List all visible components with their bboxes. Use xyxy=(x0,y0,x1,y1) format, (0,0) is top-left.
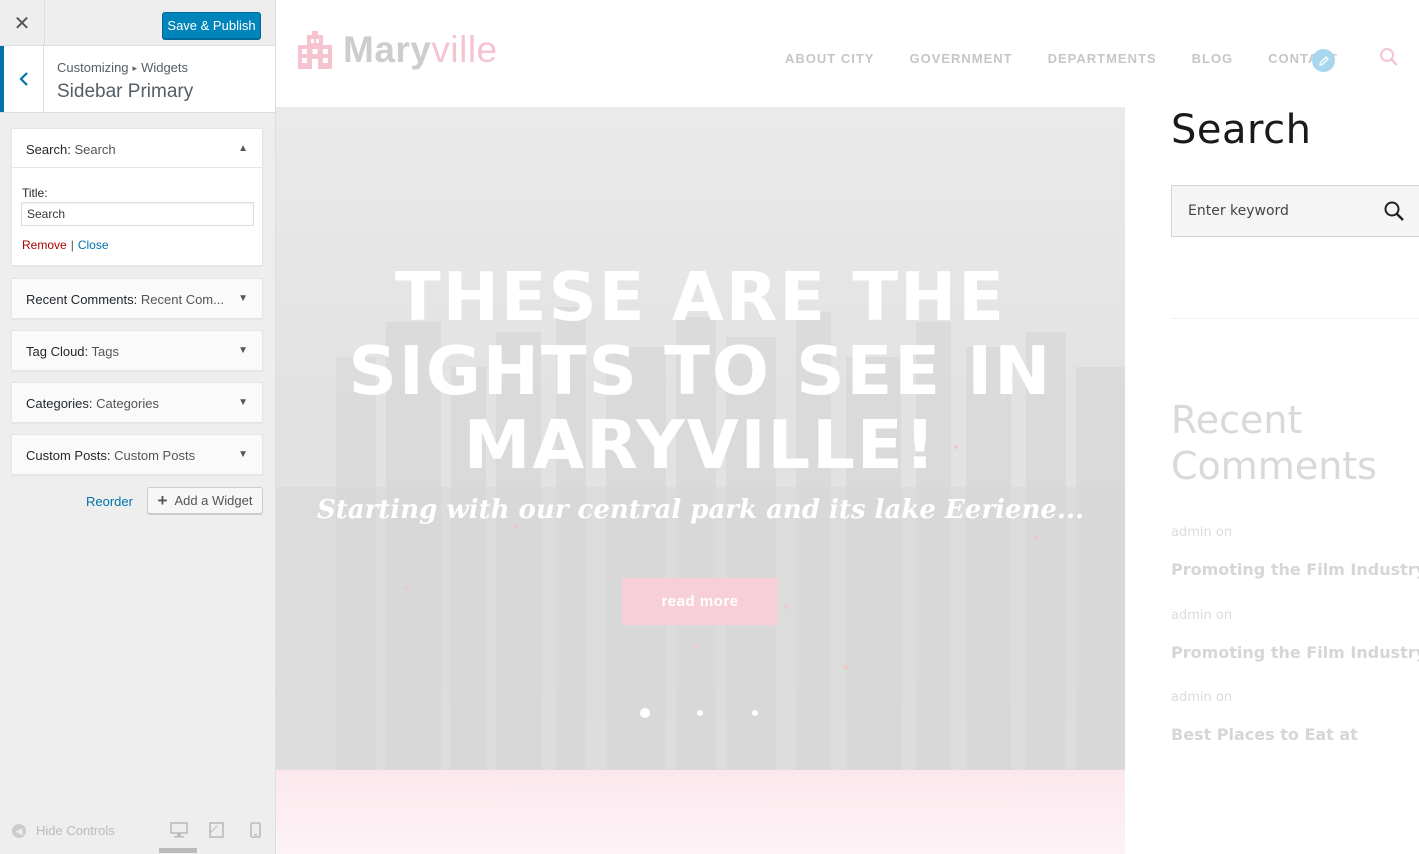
arrow-down-icon[interactable]: ▼ xyxy=(238,397,248,408)
search-form xyxy=(1171,185,1419,237)
site-header: Maryville ABOUT CITY GOVERNMENT DEPARTME… xyxy=(276,0,1419,107)
hero-title-line: THESE ARE THE xyxy=(395,258,1006,336)
nav-departments[interactable]: DEPARTMENTS xyxy=(1048,51,1157,66)
widget-tag-cloud-header[interactable]: Tag Cloud: Tags ▼ xyxy=(12,331,262,370)
arrow-down-icon[interactable]: ▼ xyxy=(238,345,248,356)
add-widget-label: Add a Widget xyxy=(174,493,253,508)
panel-title: Sidebar Primary xyxy=(57,81,194,102)
comment-post-link[interactable]: Best Places to Eat at xyxy=(1171,725,1358,744)
arrow-up-icon[interactable]: ▲ xyxy=(238,143,248,154)
widget-title: Search xyxy=(74,142,116,157)
comment-meta: admin on xyxy=(1171,690,1233,705)
title-label: Title: xyxy=(22,186,48,200)
nav-about-city[interactable]: ABOUT CITY xyxy=(785,51,874,66)
recent-comments-title: Recent Comments xyxy=(1171,398,1377,488)
widget-title: Recent Com... xyxy=(140,292,224,307)
hero-title-line: SIGHTS TO SEE IN xyxy=(348,332,1053,410)
device-active-indicator xyxy=(159,848,197,853)
nav-government[interactable]: GOVERNMENT xyxy=(909,51,1012,66)
desktop-icon[interactable] xyxy=(170,822,188,838)
nav-blog[interactable]: BLOG xyxy=(1192,51,1234,66)
comment-meta: admin on xyxy=(1171,525,1233,540)
widget-name: Custom Posts: xyxy=(26,448,111,463)
widget-search-header[interactable]: Search: Search ▲ xyxy=(12,129,262,168)
search-input[interactable] xyxy=(1172,186,1372,236)
widget-custom-posts-header[interactable]: Custom Posts: Custom Posts ▼ xyxy=(12,435,262,474)
arrow-down-icon[interactable]: ▼ xyxy=(238,449,248,460)
plus-icon: + xyxy=(157,490,168,510)
back-button[interactable] xyxy=(0,46,44,112)
widget-title: Custom Posts xyxy=(114,448,196,463)
search-icon[interactable] xyxy=(1379,47,1399,67)
breadcrumb-widgets: Widgets xyxy=(141,60,189,75)
widget-search: Search: Search ▲ Title: Remove| Close xyxy=(11,128,263,266)
site-sidebar: Search Recent Comments admin on Promotin… xyxy=(1125,107,1419,854)
widget-title-input[interactable] xyxy=(21,202,254,226)
reorder-link[interactable]: Reorder xyxy=(86,494,133,509)
read-more-button[interactable]: read more xyxy=(622,578,778,625)
hero-subtitle: Starting with our central park and its l… xyxy=(316,495,1085,525)
widget-recent-comments[interactable]: Recent Comments: Recent Com... ▼ xyxy=(11,278,263,319)
save-publish-button[interactable]: Save & Publish xyxy=(162,12,261,39)
edit-shortcut-pencil-icon[interactable] xyxy=(1312,49,1335,72)
widget-name: Recent Comments: xyxy=(26,292,138,307)
logo-text: Maryville xyxy=(343,29,498,71)
site-preview: Maryville ABOUT CITY GOVERNMENT DEPARTME… xyxy=(276,0,1419,854)
close-icon[interactable]: ✕ xyxy=(0,0,45,46)
widget-title: Tags xyxy=(91,344,120,359)
search-icon[interactable] xyxy=(1383,200,1405,222)
slider-dot-active[interactable] xyxy=(640,708,650,718)
widget-title: Categories xyxy=(96,396,159,411)
collapse-icon: ◀ xyxy=(12,823,26,838)
comment-meta: admin on xyxy=(1171,608,1233,623)
logo-text-primary: Mary xyxy=(343,29,432,70)
action-separator: | xyxy=(70,238,74,252)
arrow-down-icon[interactable]: ▼ xyxy=(238,293,248,304)
section-title: Customizing ▸ Widgets Sidebar Primary xyxy=(0,46,275,113)
pink-section-band xyxy=(276,770,1125,854)
widget-name: Tag Cloud: xyxy=(26,344,89,359)
widget-categories-header[interactable]: Categories: Categories ▼ xyxy=(12,383,262,422)
site-logo[interactable]: Maryville xyxy=(298,29,498,71)
hero-title: THESE ARE THE SIGHTS TO SEE IN MARYVILLE… xyxy=(276,260,1125,482)
widget-recent-comments-header[interactable]: Recent Comments: Recent Com... ▼ xyxy=(12,279,262,318)
add-widget-button[interactable]: + Add a Widget xyxy=(147,487,263,514)
widget-tag-cloud[interactable]: Tag Cloud: Tags ▼ xyxy=(11,330,263,371)
tablet-icon[interactable] xyxy=(208,822,226,838)
building-icon xyxy=(298,31,332,69)
breadcrumb: Customizing ▸ Widgets xyxy=(57,60,188,75)
mobile-icon[interactable] xyxy=(247,822,265,838)
widget-custom-posts[interactable]: Custom Posts: Custom Posts ▼ xyxy=(11,434,263,475)
widget-actions: Remove | Close xyxy=(22,238,109,252)
remove-link[interactable]: Remove xyxy=(22,238,67,252)
logo-text-accent: ville xyxy=(431,29,498,70)
widget-name: Search: xyxy=(26,142,71,157)
hide-controls-button[interactable]: ◀ Hide Controls xyxy=(12,823,115,838)
comment-post-link[interactable]: Promoting the Film Industry xyxy=(1171,643,1419,662)
main-navigation: ABOUT CITY GOVERNMENT DEPARTMENTS BLOG C… xyxy=(785,51,1373,66)
comment-post-link[interactable]: Promoting the Film Industry xyxy=(1171,560,1419,579)
hide-controls-label: Hide Controls xyxy=(36,823,115,838)
widget-name: Categories: xyxy=(26,396,93,411)
slider-dot[interactable] xyxy=(752,710,758,716)
customizer-footer: ◀ Hide Controls xyxy=(0,812,275,854)
customizer-sidebar: ✕ Save & Publish Customizing ▸ Widgets Sid… xyxy=(0,0,276,854)
widget-categories[interactable]: Categories: Categories ▼ xyxy=(11,382,263,423)
search-widget-title: Search xyxy=(1171,107,1312,153)
sidebar-divider xyxy=(1171,318,1419,319)
chevron-left-icon xyxy=(18,72,28,86)
widget-search-form: Title: Remove| Close xyxy=(12,168,262,265)
hero-slider: THESE ARE THE SIGHTS TO SEE IN MARYVILLE… xyxy=(276,107,1125,770)
hero-title-line: MARYVILLE! xyxy=(463,406,938,484)
close-link[interactable]: Close xyxy=(78,238,109,252)
slider-dot[interactable] xyxy=(697,710,703,716)
breadcrumb-separator: ▸ xyxy=(132,63,138,73)
breadcrumb-customizing: Customizing xyxy=(57,60,129,75)
customizer-header: ✕ Save & Publish xyxy=(0,0,275,46)
